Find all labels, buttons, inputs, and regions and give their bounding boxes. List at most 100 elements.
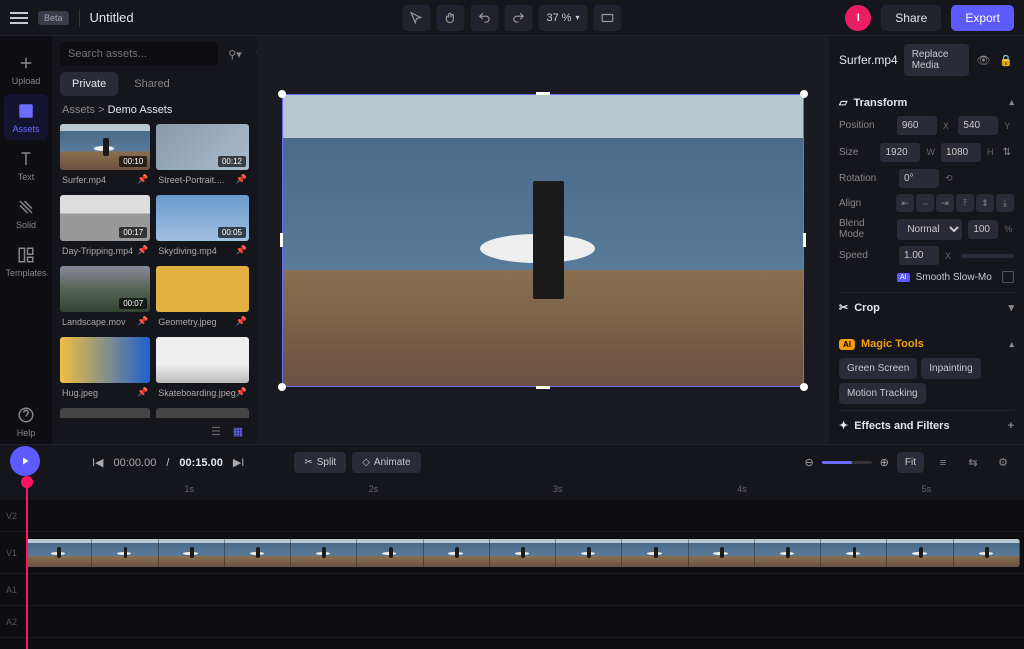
asset-item[interactable] [60,408,150,418]
resize-handle[interactable] [278,90,286,98]
resize-edge[interactable] [536,92,550,95]
project-title[interactable]: Untitled [90,10,134,25]
crop-section-header[interactable]: ✂Crop▾ [839,292,1014,322]
blend-mode-select[interactable]: Normal [897,219,962,240]
prev-frame-icon[interactable]: I◀ [92,456,104,469]
align-left-icon[interactable]: ⇤ [896,194,914,212]
timeline-ruler[interactable]: 1s 2s 3s 4s 5s [0,480,1024,500]
motion-tracking-button[interactable]: Motion Tracking [839,383,926,404]
pin-icon[interactable]: 📌 [137,174,148,185]
redo-icon[interactable] [504,5,532,31]
timeline-opt1-icon[interactable]: ≡ [932,452,954,474]
current-time: 00:00.00 [114,457,157,469]
asset-item[interactable]: Skateboarding.jpeg📌 [156,337,249,402]
zoom-in-icon[interactable]: ⊕ [880,456,889,469]
track-a2[interactable]: A2 [0,606,1024,638]
track-v1[interactable]: V1 ▫ Surfer.mp4 [0,532,1024,574]
asset-item[interactable]: 00:12Street-Portrait....📌 [156,124,249,189]
timeline[interactable]: 1s 2s 3s 4s 5s V2 V1 ▫ Surfer.mp4 A1 A2 [0,480,1024,649]
green-screen-button[interactable]: Green Screen [839,358,917,379]
export-button[interactable]: Export [951,5,1014,31]
asset-item[interactable]: Geometry.jpeg📌 [156,266,249,331]
timeline-opt2-icon[interactable]: ⇆ [962,452,984,474]
track-a1[interactable]: A1 [0,574,1024,606]
speed-input[interactable] [899,246,939,265]
effects-section-header[interactable]: ✦Effects and Filters+ [839,410,1014,440]
pointer-tool-icon[interactable] [402,5,430,31]
opacity-input[interactable] [968,220,998,239]
pin-icon[interactable]: 📌 [236,387,247,398]
canvas[interactable] [257,36,829,444]
pin-icon[interactable]: 📌 [137,387,148,398]
sidebar-item-solid[interactable]: Solid [4,190,48,236]
fit-button[interactable]: Fit [897,452,924,473]
grid-view-icon[interactable]: ▦ [229,422,247,440]
undo-icon[interactable] [470,5,498,31]
inpainting-button[interactable]: Inpainting [921,358,980,379]
speed-slider[interactable] [961,254,1014,258]
height-input[interactable] [941,143,981,162]
tab-private[interactable]: Private [60,72,118,96]
pin-icon[interactable]: 📌 [236,316,247,327]
hand-tool-icon[interactable] [436,5,464,31]
align-center-v-icon[interactable]: ⇕ [976,194,994,212]
breadcrumb[interactable]: Assets > Demo Assets [52,96,257,124]
resize-edge[interactable] [803,233,806,247]
zoom-out-icon[interactable]: ⊖ [804,456,813,469]
asset-item[interactable]: 00:07Landscape.mov📌 [60,266,150,331]
playhead[interactable] [26,480,28,649]
asset-item[interactable]: Hug.jpeg📌 [60,337,150,402]
next-frame-icon[interactable]: ▶I [233,456,245,469]
aspect-icon[interactable] [594,5,622,31]
pin-icon[interactable]: 📌 [236,245,247,256]
rotation-input[interactable] [899,169,939,188]
link-icon[interactable]: ⇅ [1000,141,1014,163]
align-right-icon[interactable]: ⇥ [936,194,954,212]
align-bottom-icon[interactable]: ⤓ [996,194,1014,212]
align-top-icon[interactable]: ⤒ [956,194,974,212]
pin-icon[interactable]: 📌 [137,245,148,256]
split-button[interactable]: ✂Split [294,452,346,473]
pin-icon[interactable]: 📌 [236,174,247,185]
animate-button[interactable]: ◇Animate [352,452,420,473]
timeline-zoom-slider[interactable] [822,461,872,464]
resize-handle[interactable] [800,90,808,98]
hamburger-icon[interactable] [10,9,28,27]
settings-icon[interactable]: ⚙ [992,452,1014,474]
user-avatar[interactable]: I [845,5,871,31]
track-v2[interactable]: V2 [0,500,1024,532]
sidebar-item-templates[interactable]: Templates [4,238,48,284]
replace-media-button[interactable]: Replace Media [904,44,970,76]
asset-item[interactable]: 00:05Skydiving.mp4📌 [156,195,249,260]
visibility-icon[interactable]: 👁 [975,49,991,71]
magic-tools-header[interactable]: AI Magic Tools▴ [839,334,1014,354]
width-input[interactable] [880,143,920,162]
search-input[interactable] [60,42,218,66]
resize-handle[interactable] [800,383,808,391]
zoom-dropdown[interactable]: 37 % ▾ [538,5,587,31]
lock-icon[interactable]: 🔒 [998,49,1014,71]
asset-item[interactable]: 00:10Surfer.mp4📌 [60,124,150,189]
resize-handle[interactable] [278,383,286,391]
selected-clip-frame[interactable] [282,94,804,387]
slowmo-checkbox[interactable] [1002,271,1014,283]
share-button[interactable]: Share [881,5,941,31]
list-view-icon[interactable]: ☰ [207,422,225,440]
sidebar-item-upload[interactable]: Upload [4,46,48,92]
sidebar-item-assets[interactable]: Assets [4,94,48,140]
resize-edge[interactable] [280,233,283,247]
resize-edge[interactable] [536,386,550,389]
tab-shared[interactable]: Shared [122,72,181,96]
timeline-clip[interactable]: ▫ Surfer.mp4 [26,539,1020,567]
filter-icon[interactable]: ⚲▾ [224,43,246,65]
transform-section-header[interactable]: ▱ Transform▴ [839,92,1014,113]
pos-x-input[interactable] [897,116,937,135]
pos-y-input[interactable] [958,116,998,135]
pin-icon[interactable]: 📌 [137,316,148,327]
sidebar-item-text[interactable]: Text [4,142,48,188]
asset-item[interactable] [156,408,249,418]
play-button[interactable] [10,446,40,476]
asset-item[interactable]: 00:17Day-Tripping.mp4📌 [60,195,150,260]
sidebar-item-help[interactable]: Help [4,398,48,444]
align-center-h-icon[interactable]: ⇔ [916,194,934,212]
